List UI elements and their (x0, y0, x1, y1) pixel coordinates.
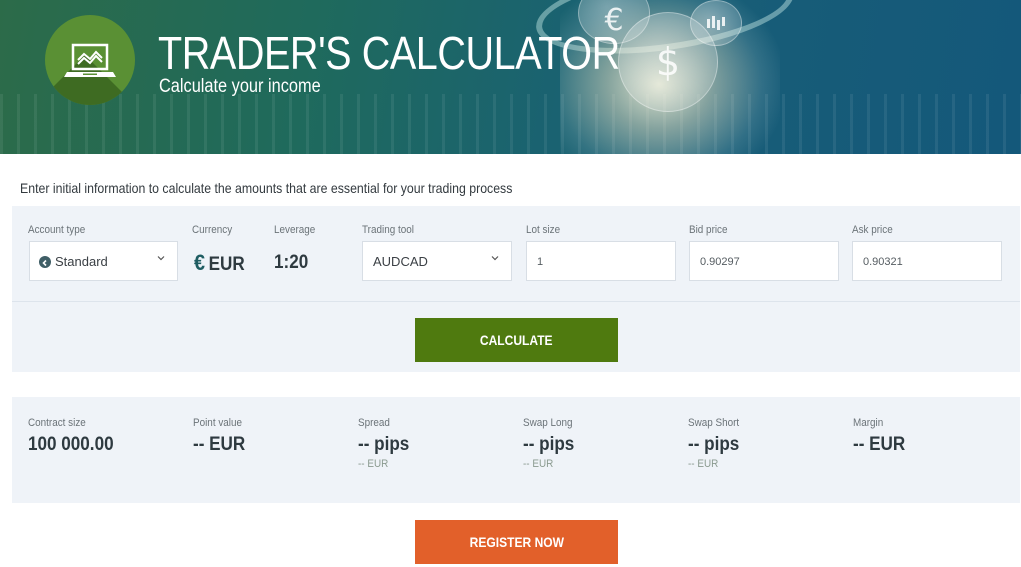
result-value: -- pips (358, 434, 410, 455)
trading-tool-select[interactable]: AUDCAD (362, 241, 512, 281)
result-point-value: Point value -- EUR (193, 417, 251, 456)
result-label: Swap Short (688, 417, 740, 429)
currency-code: EUR (208, 254, 245, 275)
trading-tool-field: Trading tool (362, 224, 420, 236)
register-button-label: REGISTER NOW (469, 534, 564, 550)
result-value: -- pips (523, 434, 575, 455)
bid-price-field: Bid price (689, 224, 732, 236)
account-type-label: Account type (28, 224, 86, 236)
result-contract-size: Contract size 100 000.00 (28, 417, 123, 456)
result-sub-value: -- EUR (688, 458, 719, 470)
candlestick-bubble-icon (690, 0, 742, 46)
page-subtitle: Calculate your income (159, 76, 321, 97)
chevron-down-icon (157, 256, 165, 261)
result-value: -- pips (688, 434, 740, 455)
ask-price-input[interactable]: 0.90321 (852, 241, 1002, 281)
input-panel: Account type Standard Currency € EUR Leve… (12, 206, 1020, 301)
result-sub-value: -- EUR (358, 458, 389, 470)
result-swap-long: Swap Long -- pips -- EUR (523, 417, 580, 470)
result-spread: Spread -- pips -- EUR (358, 417, 415, 470)
account-type-value: Standard (55, 254, 108, 269)
leverage-label: Leverage (274, 224, 316, 236)
leverage-value: 1:20 (274, 252, 309, 273)
currency-label: Currency (192, 224, 233, 236)
result-label: Swap Long (523, 417, 573, 429)
result-swap-short: Swap Short -- pips -- EUR (688, 417, 745, 470)
lot-size-value: 1 (537, 256, 544, 268)
lot-size-input[interactable]: 1 (526, 241, 676, 281)
result-margin: Margin -- EUR (853, 417, 911, 456)
calculate-button-label: CALCULATE (480, 332, 553, 348)
ask-price-field: Ask price (852, 224, 897, 236)
currency-field: Currency (192, 224, 237, 236)
bid-price-value: 0.90297 (700, 256, 740, 268)
laptop-chart-icon (45, 15, 135, 105)
register-now-button[interactable]: REGISTER NOW (415, 520, 618, 564)
result-label: Spread (358, 417, 390, 429)
result-label: Point value (193, 417, 242, 429)
account-badge-icon (39, 256, 51, 268)
result-value: 100 000.00 (28, 434, 114, 455)
calculate-panel: CALCULATE (12, 301, 1020, 372)
ask-price-value: 0.90321 (863, 256, 903, 268)
intro-text: Enter initial information to calculate t… (20, 180, 513, 196)
result-label: Margin (853, 417, 884, 429)
trading-tool-label: Trading tool (362, 224, 414, 236)
bid-price-input[interactable]: 0.90297 (689, 241, 839, 281)
result-value: -- EUR (193, 434, 246, 455)
calculate-button[interactable]: CALCULATE (415, 318, 618, 362)
page-title: TRADER'S CALCULATOR (158, 27, 620, 79)
lot-size-field: Lot size (526, 224, 564, 236)
result-sub-value: -- EUR (523, 458, 554, 470)
result-value: -- EUR (853, 434, 906, 455)
account-type-field: Account type (28, 224, 92, 236)
header-banner: € $ TRADER'S CALCULATOR Calculate your i… (0, 0, 1021, 154)
account-type-select[interactable]: Standard (29, 241, 178, 281)
result-label: Contract size (28, 417, 86, 429)
bid-price-label: Bid price (689, 224, 728, 236)
chevron-down-icon (491, 256, 499, 261)
results-panel: Contract size 100 000.00 Point value -- … (12, 397, 1020, 503)
banner-chart-bars (0, 94, 1021, 154)
currency-value: € EUR (194, 250, 245, 276)
euro-icon: € (194, 250, 206, 275)
trading-tool-value: AUDCAD (373, 254, 428, 269)
ask-price-label: Ask price (852, 224, 893, 236)
leverage-field: Leverage (274, 224, 320, 236)
lot-size-label: Lot size (526, 224, 561, 236)
